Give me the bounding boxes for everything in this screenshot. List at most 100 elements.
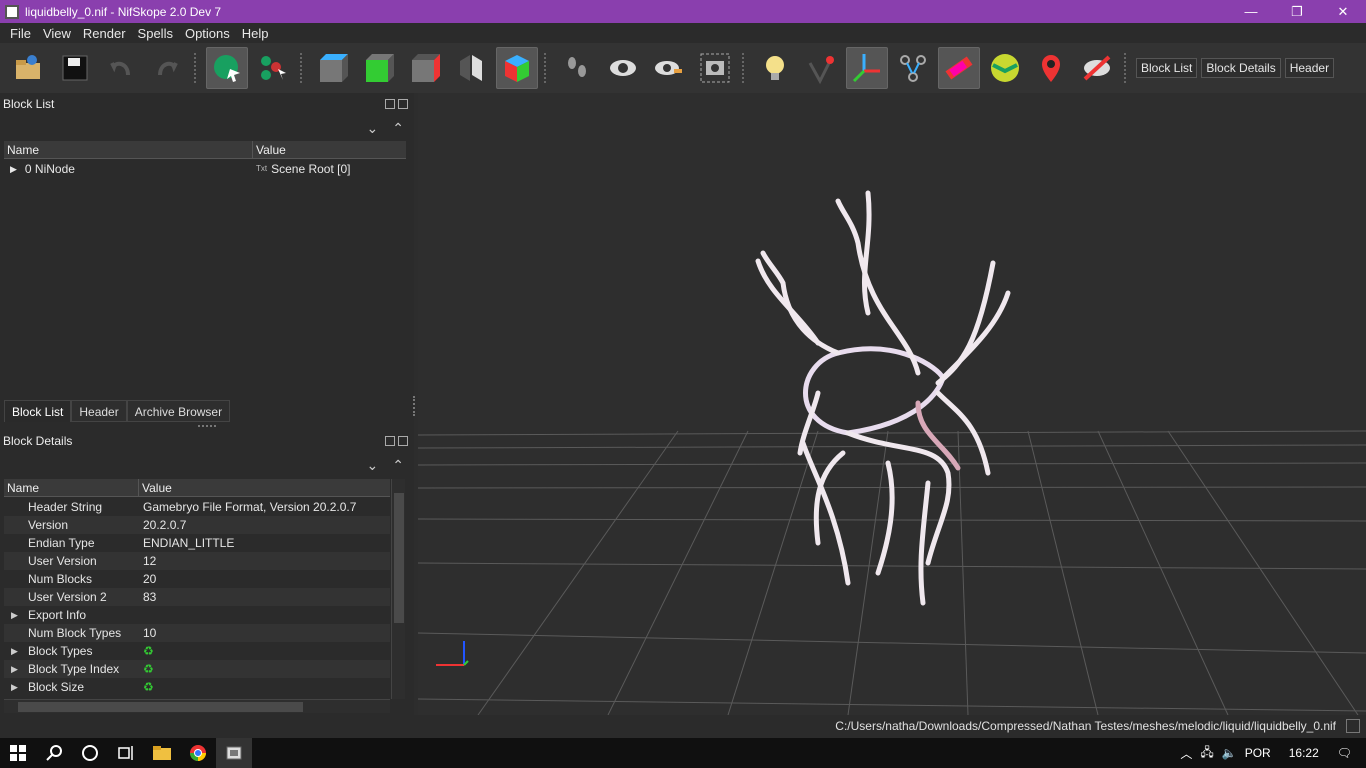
collapse-all-icon[interactable]: ⌃ bbox=[392, 120, 404, 137]
horizontal-scrollbar[interactable] bbox=[4, 699, 390, 713]
eye-icon[interactable] bbox=[602, 47, 644, 89]
block-list-toggle[interactable]: Block List bbox=[1136, 58, 1198, 78]
volume-icon[interactable]: 🔈 bbox=[1222, 746, 1237, 760]
table-row[interactable]: User Version 2 83 bbox=[4, 588, 390, 606]
table-row[interactable]: Num Block Types 10 bbox=[4, 624, 390, 642]
notifications-icon[interactable]: 🗨 bbox=[1337, 746, 1352, 760]
block-list-header: Name Value bbox=[4, 141, 406, 159]
expand-arrow-icon[interactable]: ▶ bbox=[11, 642, 18, 660]
search-icon[interactable] bbox=[36, 738, 72, 768]
refresh-icon[interactable]: ♻ bbox=[143, 680, 154, 694]
scrollbar-thumb[interactable] bbox=[394, 493, 404, 623]
table-row[interactable]: ▶ Export Info bbox=[4, 606, 390, 624]
language-indicator[interactable]: POR bbox=[1245, 746, 1271, 760]
redo-icon[interactable] bbox=[146, 47, 188, 89]
view-walk-icon[interactable] bbox=[496, 47, 538, 89]
eye-edit-icon[interactable] bbox=[648, 47, 690, 89]
expand-arrow-icon[interactable]: ▶ bbox=[11, 678, 18, 696]
splitter-handle[interactable] bbox=[198, 425, 216, 427]
left-dock: Block List ⌄ ⌃ Name Value ▶ 0 NiNode Txt… bbox=[0, 93, 414, 715]
minimize-button[interactable]: — bbox=[1228, 0, 1274, 23]
menu-options[interactable]: Options bbox=[179, 26, 236, 41]
lighting-icon[interactable] bbox=[754, 47, 796, 89]
file-explorer-icon[interactable] bbox=[144, 738, 180, 768]
chrome-icon[interactable] bbox=[180, 738, 216, 768]
menu-spells[interactable]: Spells bbox=[132, 26, 179, 41]
expand-all-icon[interactable]: ⌄ bbox=[367, 120, 379, 137]
task-view-icon[interactable] bbox=[108, 738, 144, 768]
tab-header[interactable]: Header bbox=[71, 400, 127, 422]
tab-block-list[interactable]: Block List bbox=[4, 400, 72, 422]
table-row[interactable]: ▶ Block Types ♻ bbox=[4, 642, 390, 660]
view-side-icon[interactable] bbox=[404, 47, 446, 89]
scene-canvas bbox=[418, 190, 1366, 715]
maximize-button[interactable]: ❐ bbox=[1274, 0, 1320, 23]
table-row[interactable]: Header String Gamebryo File Format, Versi… bbox=[4, 498, 390, 516]
view-perspective-icon[interactable] bbox=[450, 47, 492, 89]
network-icon[interactable]: 🖧 bbox=[1200, 743, 1213, 764]
clock[interactable]: 16:22 bbox=[1289, 746, 1319, 760]
menu-render[interactable]: Render bbox=[77, 26, 132, 41]
table-row[interactable]: Version 20.2.0.7 bbox=[4, 516, 390, 534]
screenshot-icon[interactable] bbox=[694, 47, 736, 89]
scrollbar-thumb[interactable] bbox=[18, 702, 303, 712]
close-icon[interactable] bbox=[398, 436, 408, 446]
table-row[interactable]: ▶ Block Type Index ♻ bbox=[4, 660, 390, 678]
mesh-model bbox=[755, 190, 1011, 606]
menu-bar: File View Render Spells Options Help bbox=[0, 23, 1366, 43]
undo-icon[interactable] bbox=[100, 47, 142, 89]
render-viewport[interactable] bbox=[418, 93, 1366, 715]
hide-icon[interactable] bbox=[1076, 47, 1118, 89]
column-name[interactable]: Name bbox=[4, 479, 139, 496]
chevron-up-icon[interactable]: ︿ bbox=[1180, 745, 1192, 762]
marker-icon[interactable] bbox=[1030, 47, 1072, 89]
toggle-vertex-icon[interactable] bbox=[800, 47, 842, 89]
table-row[interactable]: Num Blocks 20 bbox=[4, 570, 390, 588]
menu-file[interactable]: File bbox=[4, 26, 37, 41]
collapse-all-icon[interactable]: ⌃ bbox=[392, 457, 404, 474]
table-row[interactable]: Endian Type ENDIAN_LITTLE bbox=[4, 534, 390, 552]
block-details-dock-header: Block Details bbox=[0, 431, 414, 451]
walk-mode-icon[interactable] bbox=[556, 47, 598, 89]
constraint-icon[interactable] bbox=[984, 47, 1026, 89]
block-details-toggle[interactable]: Block Details bbox=[1201, 58, 1281, 78]
table-row[interactable]: User Version 12 bbox=[4, 552, 390, 570]
view-top-icon[interactable] bbox=[358, 47, 400, 89]
close-icon[interactable] bbox=[398, 99, 408, 109]
toolbar-separator bbox=[544, 53, 550, 83]
close-button[interactable]: ✕ bbox=[1320, 0, 1366, 23]
expand-all-icon[interactable]: ⌄ bbox=[367, 457, 379, 474]
expand-arrow-icon[interactable]: ▶ bbox=[11, 606, 18, 624]
select-vertex-icon[interactable] bbox=[252, 47, 294, 89]
save-icon[interactable] bbox=[54, 47, 96, 89]
resize-grip-icon[interactable] bbox=[1346, 719, 1360, 733]
tree-row[interactable]: ▶ 0 NiNode Txt Scene Root [0] bbox=[4, 160, 406, 178]
menu-view[interactable]: View bbox=[37, 26, 77, 41]
skeleton-icon[interactable] bbox=[892, 47, 934, 89]
header-toggle[interactable]: Header bbox=[1284, 58, 1335, 78]
vertical-scrollbar[interactable] bbox=[391, 479, 405, 699]
expand-arrow-icon[interactable]: ▶ bbox=[11, 660, 18, 678]
select-object-icon[interactable] bbox=[206, 47, 248, 89]
view-front-icon[interactable] bbox=[312, 47, 354, 89]
start-icon[interactable] bbox=[0, 738, 36, 768]
axes-icon[interactable] bbox=[846, 47, 888, 89]
column-value[interactable]: Value bbox=[253, 141, 286, 158]
table-row[interactable]: ▶ Block Size ♻ bbox=[4, 678, 390, 696]
menu-help[interactable]: Help bbox=[236, 26, 275, 41]
block-details-title: Block Details bbox=[3, 434, 73, 448]
refresh-icon[interactable]: ♻ bbox=[143, 662, 154, 676]
column-value[interactable]: Value bbox=[139, 479, 172, 496]
havok-icon[interactable] bbox=[938, 47, 980, 89]
tab-archive-browser[interactable]: Archive Browser bbox=[126, 400, 231, 422]
refresh-icon[interactable]: ♻ bbox=[143, 644, 154, 658]
float-icon[interactable] bbox=[385, 99, 395, 109]
open-file-icon[interactable] bbox=[8, 47, 50, 89]
column-name[interactable]: Name bbox=[4, 141, 253, 158]
expand-arrow-icon[interactable]: ▶ bbox=[10, 160, 17, 178]
dock-splitter-handle[interactable] bbox=[413, 396, 416, 416]
nifskope-taskbar-icon[interactable] bbox=[216, 738, 252, 768]
window-title: liquidbelly_0.nif - NifSkope 2.0 Dev 7 bbox=[25, 4, 222, 19]
cortana-icon[interactable] bbox=[72, 738, 108, 768]
float-icon[interactable] bbox=[385, 436, 395, 446]
